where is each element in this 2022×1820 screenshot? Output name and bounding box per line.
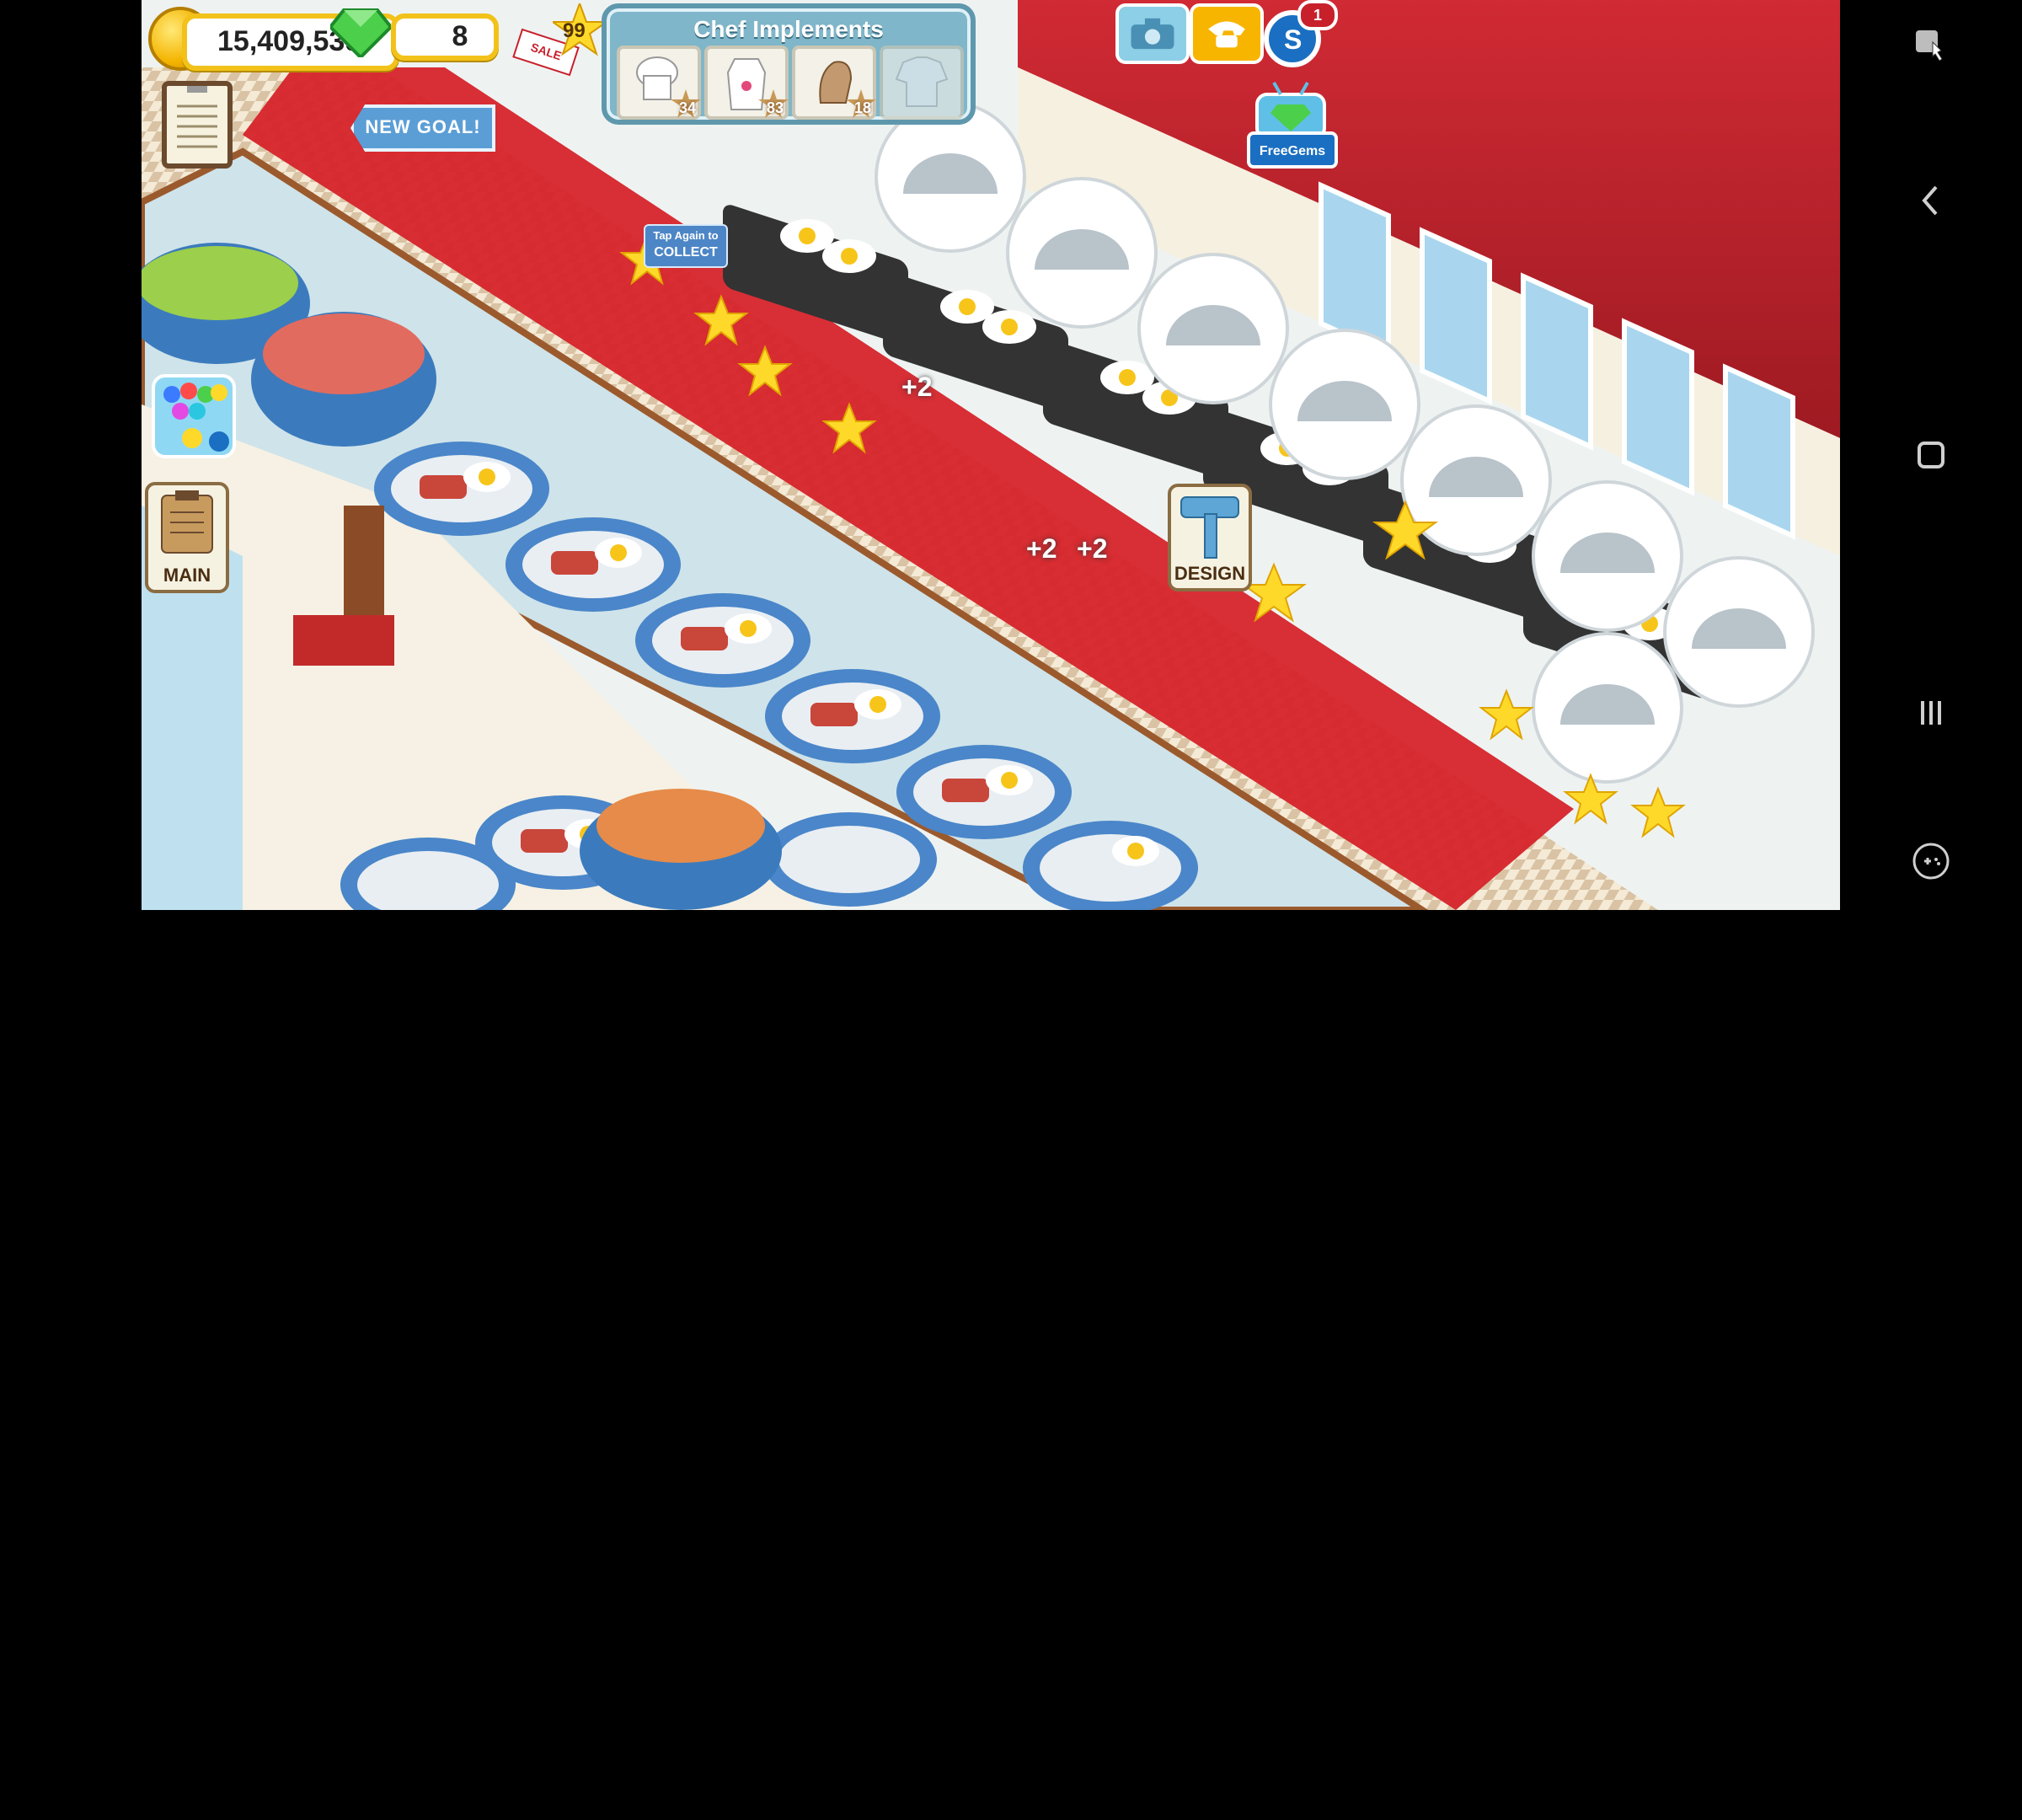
gem-counter[interactable]: 8 [391,13,499,61]
system-nav-bar [1840,0,2022,910]
star-icon [1563,773,1618,825]
tap-line2: COLLECT [654,244,718,260]
design-label: DESIGN [1174,565,1246,585]
star-icon [1372,500,1439,560]
gamepad-icon [1912,843,1950,880]
star-icon [1240,562,1308,623]
goals-clipboard[interactable] [162,81,233,169]
floating-bonus: +2 [1077,536,1108,565]
game-tools-button[interactable] [1899,829,1963,893]
gem-amount: 8 [452,20,468,52]
design-mode-button[interactable]: DESIGN [1168,484,1252,592]
phone-icon [1208,21,1245,48]
chevron-left-icon [1922,185,1938,216]
restaurant-scene[interactable]: 15,409,539 8 SALE 99 Chef Implements 34 … [142,0,1840,910]
bubble-game-icon [163,383,229,452]
screenshot-tool-button[interactable] [1899,13,1963,78]
tap-to-collect-label[interactable]: Tap Again to COLLECT [644,224,728,268]
chef-implements-panel: Chef Implements 34 83 18 [602,3,976,125]
nav-back-button[interactable] [1899,169,1963,233]
star-icon [1479,688,1534,741]
slot-chef-hat[interactable]: 34 [617,46,701,120]
slot-count: 83 [766,99,784,116]
camera-button[interactable] [1115,3,1190,64]
star-icon [1630,786,1686,838]
tap-line1: Tap Again to [653,231,719,243]
slot-oven-mitt[interactable]: 18 [792,46,876,120]
edit-pointer-icon [1916,30,1943,62]
game-viewport[interactable]: 15,409,539 8 SALE 99 Chef Implements 34 … [142,0,1840,1820]
slot-apron[interactable]: 83 [704,46,789,120]
level-number: 99 [563,19,586,42]
nav-recents-button[interactable] [1899,681,1963,745]
level-star[interactable]: 99 [549,1,610,57]
main-menu-button[interactable]: MAIN [145,482,229,593]
notification-badge: 1 [1297,0,1338,30]
main-clipboard-icon [161,490,213,554]
panel-title: Chef Implements [693,15,884,42]
phone-button[interactable] [1190,3,1264,64]
nav-home-button[interactable] [1899,423,1963,487]
svg-text:S: S [1284,24,1302,55]
chef-jacket-icon [895,56,949,107]
gem-icon [330,8,391,57]
free-gems-button[interactable]: FreeGems [1247,131,1338,169]
hammer-icon [1180,496,1239,559]
slot-chef-jacket[interactable] [880,46,964,120]
camera-icon [1131,18,1174,50]
star-icon [693,294,749,346]
slot-count: 34 [678,99,696,116]
recents-icon [1921,701,1941,725]
bubble-game-ad[interactable] [152,374,236,458]
square-icon [1918,442,1944,468]
star-icon [821,402,877,454]
clipboard-icon [177,83,217,148]
slot-count: 18 [853,99,871,116]
new-goal-banner[interactable]: NEW GOAL! [350,104,495,152]
floating-bonus: +2 [901,374,933,403]
floating-bonus: +2 [1026,536,1057,565]
star-icon [737,345,793,397]
main-label: MAIN [163,566,211,586]
